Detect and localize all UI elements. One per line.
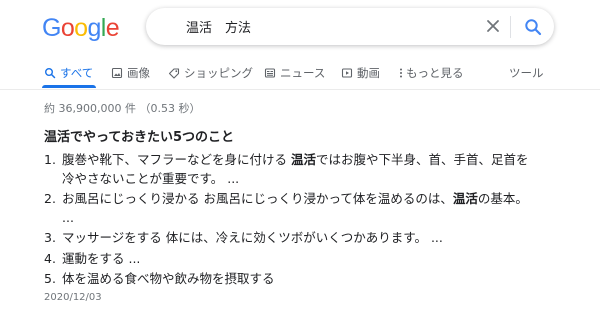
item-text: 体を温める食べ物や飲み物を摂取する <box>62 271 275 286</box>
tab-tools[interactable]: ツール <box>509 65 544 81</box>
search-box[interactable]: 温活 方法 <box>146 8 554 45</box>
logo-letter-g: G <box>42 14 61 42</box>
featured-snippet-title: 温活でやっておきたい5つのこと <box>44 130 235 145</box>
search-tabs: すべて 画像 ショッピング ニュース 動画 もっと見る ツール <box>0 60 600 90</box>
search-divider <box>510 16 511 38</box>
tab-all[interactable]: すべて <box>44 65 93 81</box>
tab-images[interactable]: 画像 <box>111 65 150 81</box>
close-icon <box>487 20 499 32</box>
list-item: 3. マッサージをする 体には、冷えに効くツボがいくつかあります。 ... <box>44 229 564 248</box>
item-text: お風呂にじっくり浸かる お風呂にじっくり浸かって体を温めるのは、 <box>62 191 453 206</box>
google-logo[interactable]: Google <box>42 13 120 43</box>
tab-more[interactable]: もっと見る <box>398 65 464 81</box>
list-number: 5. <box>44 271 56 286</box>
search-icon <box>45 68 56 79</box>
featured-snippet-list: 1. 腹巻や靴下、マフラーなどを身に付ける 温活ではお腹や下半身、首、手首、足首… <box>44 151 564 291</box>
list-item: 1. 腹巻や靴下、マフラーなどを身に付ける 温活ではお腹や下半身、首、手首、足首… <box>44 151 564 188</box>
tab-label: 動画 <box>357 66 380 80</box>
news-icon <box>264 68 276 78</box>
tab-news[interactable]: ニュース <box>264 65 325 81</box>
list-number: 1. <box>44 152 56 167</box>
result-stats: 約 36,900,000 件 （0.53 秒） <box>44 102 201 115</box>
image-icon <box>111 67 123 79</box>
item-text: 運動をする ... <box>62 250 141 266</box>
list-number: 3. <box>44 230 56 245</box>
clear-search-button[interactable] <box>483 16 503 36</box>
logo-letter-e: e <box>105 14 120 42</box>
tab-label: すべて <box>60 66 94 80</box>
tabs-divider <box>0 89 600 90</box>
list-item: 5. 体を温める食べ物や飲み物を摂取する <box>44 270 564 289</box>
more-vert-icon <box>400 68 402 78</box>
snippet-date: 2020/12/03 <box>44 292 102 303</box>
tab-label: ツール <box>509 66 544 80</box>
search-input[interactable]: 温活 方法 <box>186 17 251 36</box>
logo-letter-o2: o <box>74 14 88 42</box>
logo-letter-g2: g <box>87 14 101 42</box>
tab-label: ニュース <box>280 66 326 80</box>
tag-icon <box>168 68 180 79</box>
item-text-line2: ... <box>62 209 74 225</box>
list-item: 2. お風呂にじっくり浸かる お風呂にじっくり浸かって体を温めるのは、温活の基本… <box>44 190 564 227</box>
search-icon <box>525 19 542 36</box>
tab-videos[interactable]: 動画 <box>341 65 380 81</box>
tab-label: もっと見る <box>406 66 464 80</box>
video-icon <box>341 68 353 78</box>
tab-shopping[interactable]: ショッピング <box>168 65 253 81</box>
active-tab-indicator <box>42 85 96 88</box>
item-highlight: 温活 <box>290 152 316 167</box>
tab-label: ショッピング <box>184 66 253 80</box>
list-number: 2. <box>44 191 56 206</box>
list-item: 4. 運動をする ... <box>44 250 564 269</box>
search-button[interactable] <box>522 16 544 38</box>
logo-letter-o1: o <box>60 14 75 42</box>
item-text-post: の基本。 <box>477 191 528 206</box>
list-number: 4. <box>44 250 56 266</box>
tab-label: 画像 <box>127 66 150 80</box>
item-text: 腹巻や靴下、マフラーなどを身に付ける <box>62 152 291 167</box>
item-highlight: 温活 <box>452 191 478 206</box>
item-text: マッサージをする 体には、冷えに効くツボがいくつかあります。 ... <box>62 230 443 245</box>
item-text-post: ではお腹や下半身、首、手首、足首を <box>316 152 529 167</box>
item-text-line2: 冷やさないことが重要です。 ... <box>62 170 240 186</box>
